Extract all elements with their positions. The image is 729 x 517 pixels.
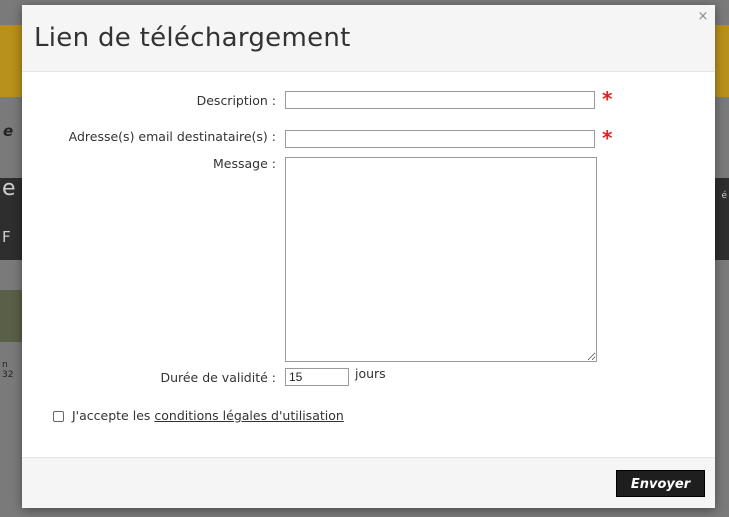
background-text-fragment: e xyxy=(2,176,16,201)
dialog-header: Lien de téléchargement × xyxy=(22,5,715,72)
required-icon: * xyxy=(602,126,613,150)
background-text-fragment: e xyxy=(3,122,14,140)
download-link-dialog: Lien de téléchargement × Description : *… xyxy=(22,5,715,508)
close-icon[interactable]: × xyxy=(697,10,709,23)
accept-terms-text: J'accepte les conditions légales d'utili… xyxy=(72,408,344,423)
accept-terms-checkbox[interactable] xyxy=(53,411,64,422)
message-textarea[interactable] xyxy=(285,157,597,362)
required-icon: * xyxy=(602,87,613,111)
accept-terms-prefix: J'accepte les xyxy=(72,408,155,423)
dialog-footer: Envoyer xyxy=(22,457,715,508)
description-label: Description : xyxy=(196,93,276,108)
validity-input[interactable] xyxy=(285,368,349,386)
email-label: Adresse(s) email destinataire(s) : xyxy=(68,129,276,144)
background-thumbnail xyxy=(0,290,22,342)
legal-conditions-link[interactable]: conditions légales d'utilisation xyxy=(154,408,343,423)
background-text-fragment: F xyxy=(2,228,11,246)
validity-unit: jours xyxy=(355,366,386,381)
dialog-title: Lien de téléchargement xyxy=(34,23,351,53)
email-input[interactable] xyxy=(285,130,595,148)
validity-label: Durée de validité : xyxy=(160,370,276,385)
message-label: Message : xyxy=(213,156,276,171)
background-text-fragment: é xyxy=(721,191,727,201)
send-button[interactable]: Envoyer xyxy=(616,470,705,497)
description-input[interactable] xyxy=(285,91,595,109)
background-text-fragment: n 32 xyxy=(2,360,14,380)
